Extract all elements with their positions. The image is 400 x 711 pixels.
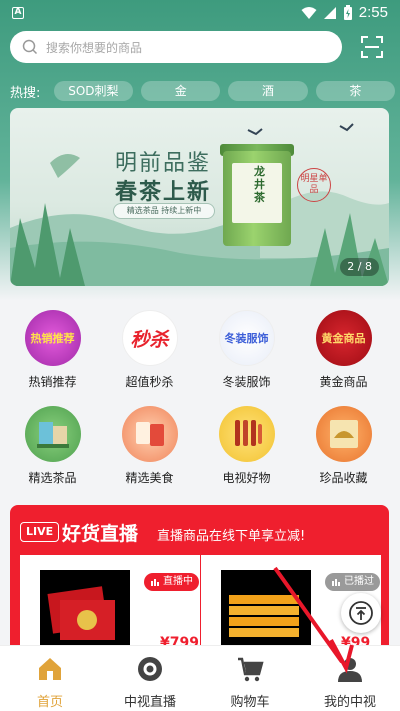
signal-icon	[323, 6, 336, 19]
category-label: 珍品收藏	[319, 471, 368, 485]
arrow-up-icon	[349, 601, 373, 625]
nav-item-home[interactable]: 首页	[0, 646, 100, 711]
search-icon	[22, 39, 38, 55]
battery-icon	[343, 4, 352, 20]
category-gold-icon: 黄金商品	[315, 310, 372, 366]
category-collection-icon	[315, 406, 372, 462]
category-tv-goods-icon	[218, 406, 275, 462]
status-bar: A 2:55	[0, 0, 400, 28]
category-label: 电视好物	[222, 471, 271, 485]
wifi-icon	[301, 6, 317, 19]
hot-search-bar: 热搜: SOD刺梨 金 酒 茶	[10, 80, 396, 102]
category-item[interactable]: 精选美食	[101, 406, 198, 486]
nav-label: 购物车	[230, 695, 270, 710]
live-badge: LIVE	[20, 522, 60, 542]
search-input[interactable]: 搜索你想要的商品	[10, 31, 342, 63]
tea-can-text: 龙井茶	[254, 165, 265, 204]
cart-icon	[238, 657, 264, 682]
live-play-icon	[138, 657, 162, 681]
banner-title-line2: 春茶上新	[115, 179, 212, 205]
banner-title-line1: 明前品鉴	[115, 151, 212, 176]
hot-search-chip[interactable]: 酒	[228, 81, 308, 101]
live-status-text: 已播过	[344, 576, 374, 587]
bottom-nav: 首页 中视直播 购物车 我的中视	[0, 645, 400, 711]
category-label: 精选茶品	[28, 471, 77, 485]
promo-banner[interactable]: 明前品鉴 春茶上新 精选茶品 持续上新中 龙井茶 明星单品 2 / 8	[10, 108, 389, 286]
live-wave-icon	[332, 579, 340, 586]
home-icon	[39, 658, 61, 680]
category-flash-sale-icon: 秒杀	[121, 310, 178, 366]
live-status-tag: 直播中	[144, 573, 199, 591]
nav-item-cart[interactable]: 购物车	[200, 646, 300, 711]
category-item[interactable]: 电视好物	[198, 406, 295, 486]
nav-label: 首页	[36, 695, 63, 710]
back-to-top-button[interactable]	[341, 593, 381, 633]
banner-pager: 2 / 8	[340, 258, 379, 276]
category-label: 冬装服饰	[222, 375, 271, 389]
category-hot-icon: 热销推荐	[24, 310, 81, 366]
category-grid: 热销推荐 热销推荐 秒杀 超值秒杀 冬装服饰 冬装服饰 黄金商品 黄金商品 精选…	[0, 300, 400, 500]
hot-search-chip[interactable]: 茶	[315, 81, 396, 101]
category-item[interactable]: 精选茶品	[4, 406, 101, 486]
live-status-tag: 已播过	[325, 573, 380, 591]
live-product-thumbnail	[40, 570, 130, 655]
status-time: 2:55	[358, 4, 388, 21]
scan-icon[interactable]	[360, 35, 384, 59]
live-section: LIVE 好货直播 直播商品在线下单享立减! 直播中 ¥799 已播过 ¥99	[10, 505, 389, 655]
nav-label: 中视直播	[123, 695, 176, 710]
banner-tagline: 精选茶品 持续上新中	[113, 203, 215, 219]
banner-seal: 明星单品	[297, 168, 331, 202]
nav-item-profile[interactable]: 我的中视	[300, 646, 400, 711]
category-label: 精选美食	[125, 471, 174, 485]
live-wave-icon	[151, 579, 159, 586]
category-item[interactable]: 冬装服饰 冬装服饰	[198, 310, 295, 390]
notification-a-icon: A	[12, 7, 24, 19]
hot-search-label: 热搜:	[10, 85, 41, 101]
category-label: 黄金商品	[319, 375, 368, 389]
category-item[interactable]: 黄金商品 黄金商品	[295, 310, 392, 390]
live-status-text: 直播中	[163, 576, 193, 587]
category-label: 热销推荐	[28, 375, 77, 389]
category-food-icon	[121, 406, 178, 462]
category-tea-icon	[24, 406, 81, 462]
live-card[interactable]: 直播中 ¥799	[20, 555, 200, 655]
category-item[interactable]: 珍品收藏	[295, 406, 392, 486]
nav-item-live[interactable]: 中视直播	[100, 646, 200, 711]
category-item[interactable]: 热销推荐 热销推荐	[4, 310, 101, 390]
user-icon	[338, 658, 362, 682]
live-title: 好货直播	[62, 523, 139, 545]
category-winter-clothing-icon: 冬装服饰	[218, 310, 275, 366]
search-placeholder: 搜索你想要的商品	[46, 40, 143, 55]
live-product-thumbnail	[221, 570, 311, 655]
hot-search-chip[interactable]: 金	[141, 81, 221, 101]
category-label: 超值秒杀	[125, 375, 174, 389]
category-item[interactable]: 秒杀 超值秒杀	[101, 310, 198, 390]
nav-label: 我的中视	[323, 695, 376, 710]
live-subtitle: 直播商品在线下单享立减!	[157, 529, 306, 544]
hot-search-chip[interactable]: SOD刺梨	[53, 81, 134, 101]
